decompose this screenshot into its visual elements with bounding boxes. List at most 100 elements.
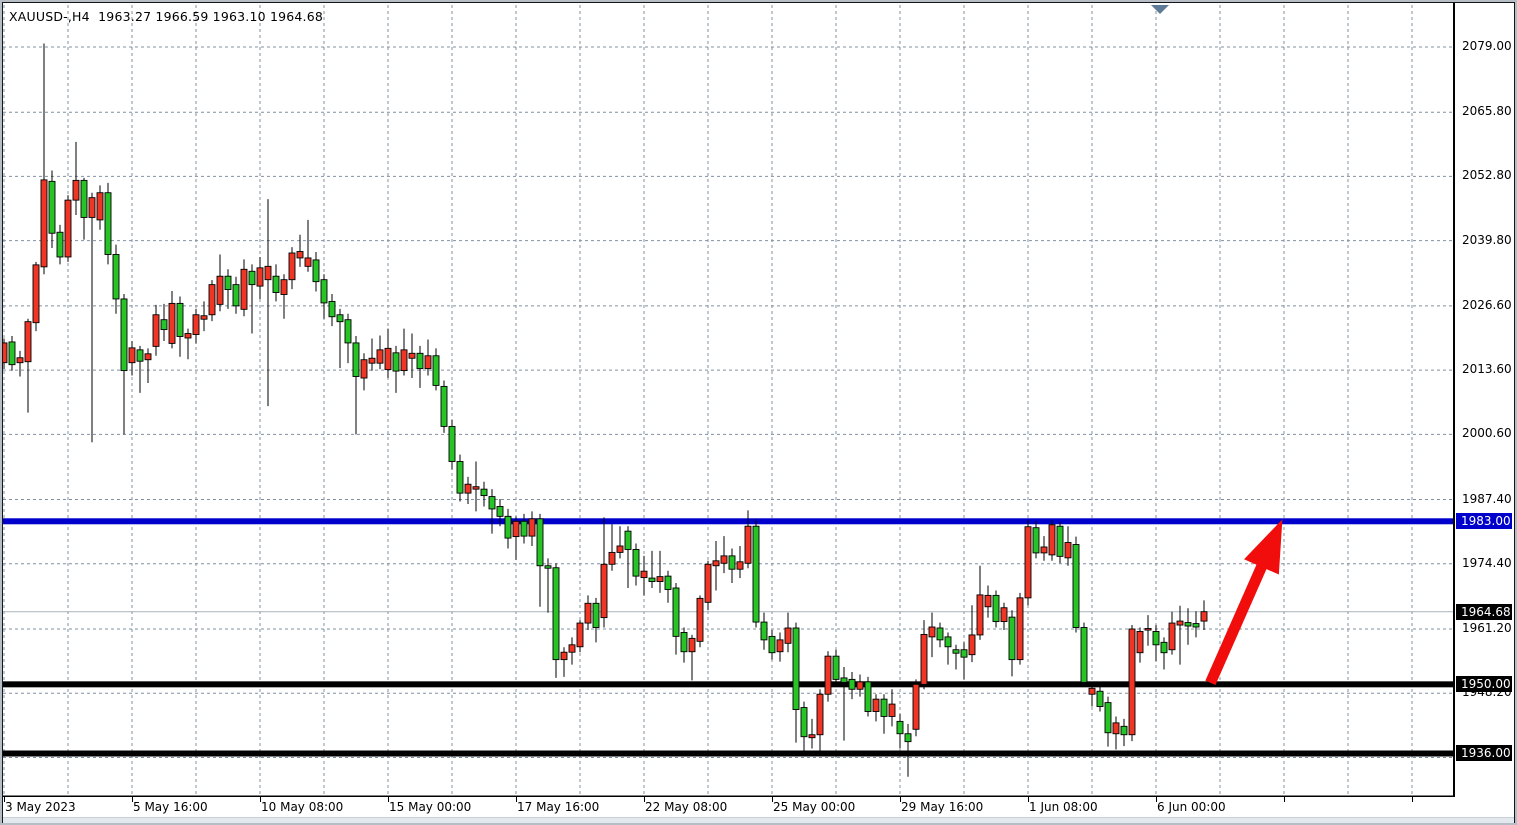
candle [937,628,943,640]
price-tick-label: 1987.40 [1462,492,1512,507]
candle [465,484,471,493]
time-axis[interactable]: 3 May 20235 May 16:0010 May 08:0015 May … [3,797,1514,817]
candle [249,271,255,284]
candle [385,348,391,369]
support-line-1950.00[interactable] [3,681,1453,687]
candle [265,266,271,279]
price-axis[interactable]: 2079.002065.802052.802039.802026.602013.… [1456,3,1514,797]
candle [969,635,975,655]
candle [337,315,343,322]
resistance-line-1983.00[interactable] [3,518,1453,524]
candle [657,577,663,582]
price-tick-label: 1961.20 [1462,621,1512,636]
candle [1201,612,1207,621]
time-tick-label: 29 May 16:00 [901,800,983,814]
candle [449,426,455,461]
candle [1145,628,1151,630]
candle [609,552,615,564]
candle [977,595,983,635]
candle [897,721,903,733]
candle [697,598,703,641]
candle [1073,545,1079,628]
trend-arrow[interactable] [1210,519,1282,683]
candle [489,497,495,509]
candle [425,356,431,369]
candle [209,285,215,315]
candle [865,682,871,712]
candle [729,556,735,569]
candle [257,268,263,286]
candle [473,487,479,489]
time-tick-label: 22 May 08:00 [645,800,727,814]
time-tick-label: 10 May 08:00 [261,800,343,814]
candle [33,265,39,323]
support-line-1936.00[interactable] [3,750,1453,756]
candle [1129,629,1135,735]
time-tick-label: 1 Jun 08:00 [1029,800,1098,814]
candles [3,44,1207,777]
time-tick-label: 5 May 16:00 [133,800,208,814]
candle [1065,543,1071,558]
candle [457,462,463,494]
candle [713,561,719,566]
candle [593,603,599,627]
candle [177,303,183,336]
candle [529,519,535,536]
price-level-badge-1983.00: 1983.00 [1456,513,1512,529]
price-tick-label: 2013.60 [1462,362,1512,377]
arrow-head [1244,519,1282,574]
candle [1001,608,1007,622]
candle [353,343,359,377]
price-level-badge-1950.00: 1950.00 [1456,676,1512,692]
candle [161,320,167,330]
candle [985,595,991,606]
candle [49,181,55,233]
candle [497,506,503,516]
candle [881,699,887,716]
candle [705,564,711,602]
candle [513,521,519,536]
candle [17,358,23,363]
candle [1113,723,1119,734]
candle [625,531,631,549]
candle [9,342,15,365]
candle [929,627,935,637]
candle [233,285,239,306]
candle [761,622,767,640]
candle [641,571,647,577]
candle [329,301,335,316]
candle [601,564,607,617]
candle [809,735,815,738]
price-tick-label: 1974.40 [1462,556,1512,571]
candle [833,656,839,679]
chart-ohlc-title: XAUUSD-,H4 1963.27 1966.59 1963.10 1964.… [9,9,323,24]
candle [1033,528,1039,553]
candle [1041,547,1047,553]
candle [1177,621,1183,625]
candle [1105,703,1111,733]
price-level-badge-1936.00: 1936.00 [1456,745,1512,761]
chart-shift-marker-icon[interactable] [1151,5,1169,14]
candle [409,353,415,358]
time-tick-label: 3 May 2023 [5,800,76,814]
candle [793,628,799,710]
candle [537,519,543,566]
candle [1137,631,1143,652]
candle [3,343,7,363]
candle [73,180,79,200]
chart-plot-area[interactable] [3,3,1455,797]
candle [89,198,95,218]
candle [25,322,31,362]
candle [57,232,63,257]
candle [417,353,423,368]
candle [321,280,327,303]
candle [1185,623,1191,626]
candle [785,628,791,643]
candle [521,521,527,536]
candle [1089,688,1095,694]
candle [169,303,175,343]
time-tick-label: 6 Jun 00:00 [1157,800,1226,814]
candle [481,489,487,495]
candle [953,650,959,653]
price-tick-label: 2000.60 [1462,426,1512,441]
